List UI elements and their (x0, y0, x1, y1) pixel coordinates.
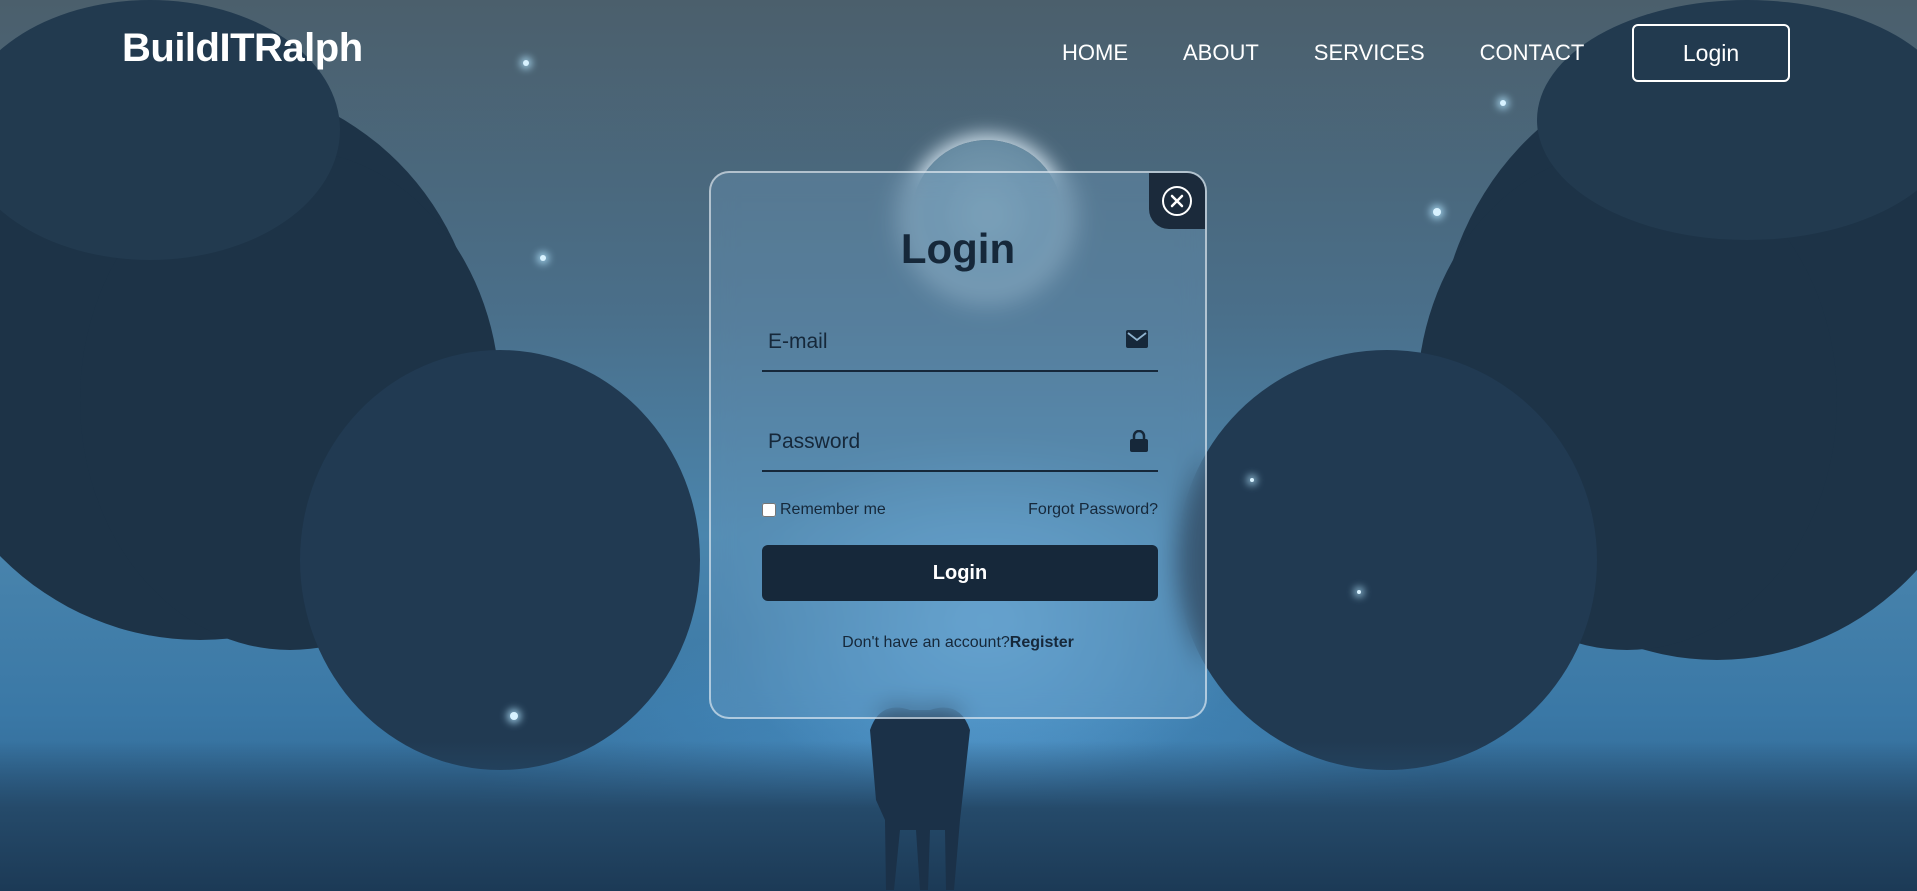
remember-me[interactable]: Remember me (762, 501, 886, 519)
login-submit-button[interactable]: Login (762, 545, 1158, 601)
close-icon[interactable] (1162, 186, 1192, 216)
login-options-row: Remember me Forgot Password? (762, 501, 1158, 519)
brand-logo[interactable]: BuildITRalph (122, 26, 363, 71)
main-nav: HOME ABOUT SERVICES CONTACT (1062, 40, 1639, 66)
deer-silhouette (870, 707, 970, 890)
forgot-password-link[interactable]: Forgot Password? (1028, 501, 1158, 519)
nav-services[interactable]: SERVICES (1314, 40, 1425, 66)
password-field-wrapper (762, 412, 1158, 472)
nav-about[interactable]: ABOUT (1183, 40, 1259, 66)
lock-icon (1130, 429, 1148, 456)
login-modal: Login Remember me Forgot Password? Login… (709, 171, 1207, 719)
header-login-button[interactable]: Login (1632, 24, 1790, 82)
remember-label: Remember me (780, 501, 886, 518)
nav-contact[interactable]: CONTACT (1480, 40, 1585, 66)
close-button[interactable] (1149, 173, 1205, 229)
remember-checkbox[interactable] (762, 503, 776, 517)
email-input[interactable] (762, 312, 1110, 372)
register-link[interactable]: Register (1010, 634, 1074, 651)
envelope-icon (1126, 330, 1148, 352)
modal-title: Login (900, 225, 1016, 272)
no-account-text: Don't have an account? (842, 634, 1010, 651)
nav-home[interactable]: HOME (1062, 40, 1128, 66)
email-field-wrapper (762, 312, 1158, 372)
password-input[interactable] (762, 412, 1110, 472)
register-prompt: Don't have an account?Register (711, 634, 1205, 652)
